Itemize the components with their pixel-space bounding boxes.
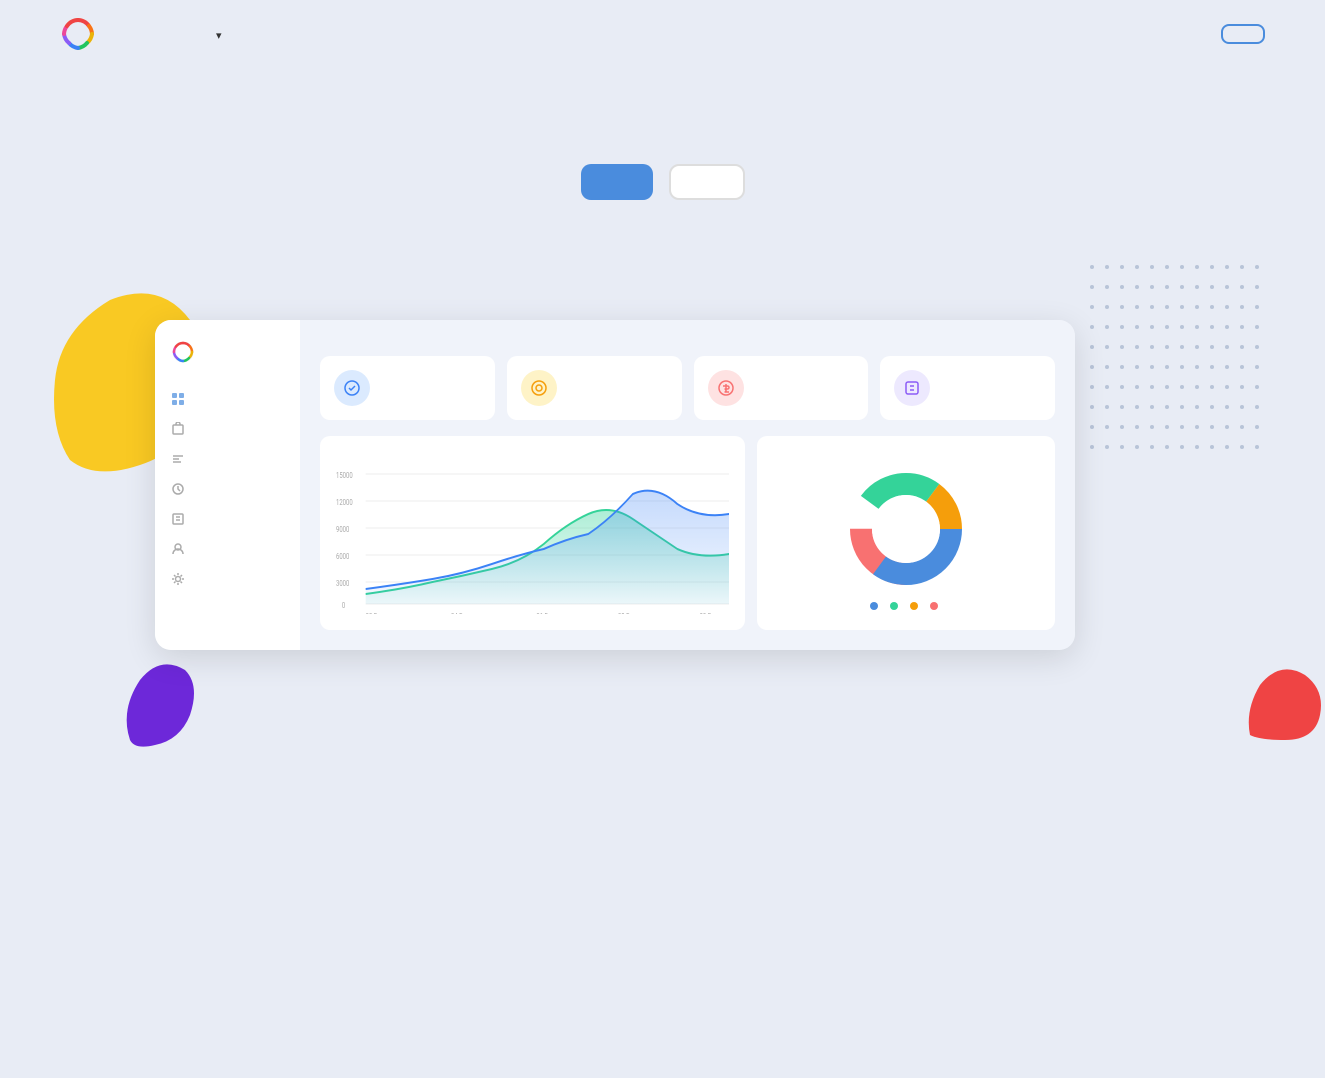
- mock-main-content: 15000 12000 9000 6000 3000 0: [300, 320, 1075, 650]
- mock-logo: [155, 340, 300, 384]
- svg-text:15000: 15000: [336, 470, 353, 480]
- donut-area: [773, 464, 1039, 610]
- charts-row: 15000 12000 9000 6000 3000 0: [320, 436, 1055, 630]
- legend-dot-trade: [910, 602, 918, 610]
- svg-text:3000: 3000: [336, 578, 349, 588]
- sidebar-item-collections[interactable]: [155, 474, 300, 504]
- stat-card-orders: [880, 356, 1055, 420]
- dashboard-mockup: 15000 12000 9000 6000 3000 0: [155, 320, 1075, 650]
- logo-icon: [60, 16, 96, 52]
- sidebar-item-orders[interactable]: [155, 504, 300, 534]
- legend-distributor: [930, 602, 942, 610]
- product-types-icon: [171, 452, 185, 466]
- donut-legend: [870, 602, 942, 610]
- orders-icon: [171, 512, 185, 526]
- svg-text:30 Dec: 30 Dec: [700, 611, 719, 614]
- donut-svg: [841, 464, 971, 594]
- legend-guest: [870, 602, 882, 610]
- key-features-button[interactable]: [581, 164, 653, 200]
- sidebar-item-customers[interactable]: [155, 534, 300, 564]
- navigation: [0, 0, 1325, 68]
- stat-card-customers: [507, 356, 682, 420]
- stat-card-turnover: [694, 356, 869, 420]
- mock-logo-icon: [171, 340, 195, 364]
- stat-cards-row: [320, 356, 1055, 420]
- collections-icon: [171, 482, 185, 496]
- svg-text:6000: 6000: [336, 551, 349, 561]
- nav-developers[interactable]: [216, 25, 222, 43]
- svg-text:26 Dec: 26 Dec: [536, 611, 555, 614]
- customers-icon: [171, 542, 185, 556]
- stat-icon-products: [334, 370, 370, 406]
- sidebar-item-product-types[interactable]: [155, 444, 300, 474]
- sales-performance-chart: 15000 12000 9000 6000 3000 0: [320, 436, 745, 630]
- stat-card-products: [320, 356, 495, 420]
- view-docs-button[interactable]: [669, 164, 745, 200]
- customer-group-chart: [757, 436, 1055, 630]
- sidebar-item-settings[interactable]: [155, 564, 300, 594]
- stat-icon-customers: [521, 370, 557, 406]
- legend-dot-distributor: [930, 602, 938, 610]
- legend-dot-retail: [890, 602, 898, 610]
- settings-icon: [171, 572, 185, 586]
- svg-text:22 Dec: 22 Dec: [366, 611, 385, 614]
- documentation-button[interactable]: [1221, 24, 1265, 44]
- dashboard-icon: [171, 392, 185, 406]
- logo[interactable]: [60, 16, 104, 52]
- red-blob-decoration: [1245, 660, 1325, 740]
- mock-sidebar: [155, 320, 300, 650]
- svg-text:0: 0: [342, 600, 345, 610]
- nav-links: [144, 25, 1221, 43]
- purple-blob-decoration: [120, 650, 200, 750]
- hero-section: [0, 68, 1325, 240]
- legend-trade: [910, 602, 922, 610]
- products-icon: [171, 422, 185, 436]
- hero-buttons: [20, 164, 1305, 200]
- line-chart-area: 15000 12000 9000 6000 3000 0: [336, 464, 729, 614]
- visual-section: const dg = document.querySelector('.dot-…: [0, 260, 1325, 740]
- sidebar-item-products[interactable]: [155, 414, 300, 444]
- line-chart-svg: 15000 12000 9000 6000 3000 0: [336, 464, 729, 614]
- legend-retail: [890, 602, 902, 610]
- stat-icon-turnover: [708, 370, 744, 406]
- svg-text:9000: 9000: [336, 524, 349, 534]
- stat-icon-orders: [894, 370, 930, 406]
- svg-text:24 Dec: 24 Dec: [451, 611, 470, 614]
- dot-grid-decoration: const dg = document.querySelector('.dot-…: [1085, 260, 1265, 460]
- sidebar-item-dashboard[interactable]: [155, 384, 300, 414]
- svg-text:28 Dec: 28 Dec: [618, 611, 637, 614]
- legend-dot-guest: [870, 602, 878, 610]
- svg-text:12000: 12000: [336, 497, 353, 507]
